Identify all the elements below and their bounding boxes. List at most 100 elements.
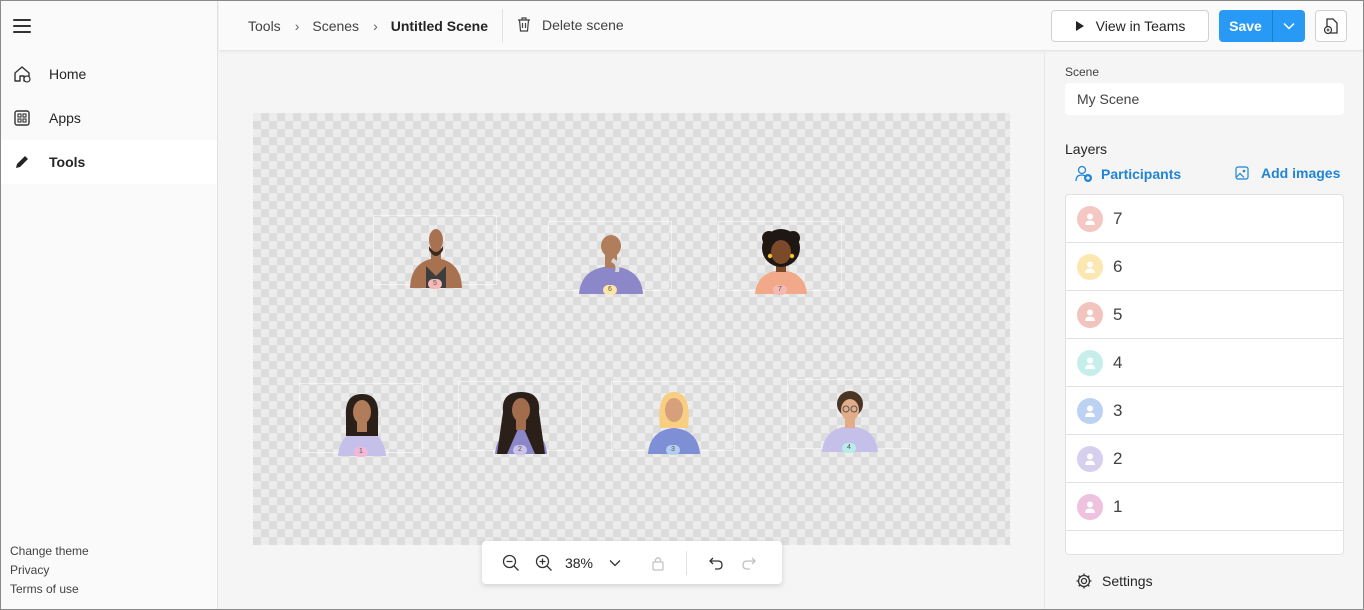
add-images-label: Add images bbox=[1261, 165, 1341, 181]
chevron-right-icon: › bbox=[373, 18, 378, 34]
participants-label: Participants bbox=[1101, 166, 1182, 182]
privacy-link[interactable]: Privacy bbox=[10, 561, 89, 580]
person-icon bbox=[1077, 397, 1103, 424]
chevron-right-icon: › bbox=[294, 18, 300, 34]
scene-canvas[interactable]: 5 6 7 1 2 3 4 bbox=[253, 113, 1010, 545]
zoom-in-button[interactable] bbox=[527, 548, 560, 578]
layer-item-5[interactable]: 5 bbox=[1066, 291, 1343, 339]
avatar-woman-hijab-icon bbox=[648, 392, 700, 454]
trash-icon bbox=[518, 17, 530, 32]
breadcrumb: Tools › Scenes › Untitled Scene bbox=[248, 18, 488, 34]
layer-item-4[interactable]: 4 bbox=[1066, 339, 1343, 387]
breadcrumb-current: Untitled Scene bbox=[390, 18, 488, 34]
redo-button[interactable] bbox=[732, 548, 765, 578]
save-options-dropdown[interactable] bbox=[1273, 10, 1305, 42]
divider bbox=[502, 9, 503, 43]
chevron-down-icon bbox=[609, 559, 620, 566]
zoom-toolbar: 38% bbox=[482, 541, 782, 584]
top-bar: Tools › Scenes › Untitled Scene Delete s… bbox=[219, 1, 1363, 51]
change-theme-link[interactable]: Change theme bbox=[10, 542, 89, 561]
view-in-teams-button[interactable]: View in Teams bbox=[1051, 10, 1209, 42]
image-icon bbox=[1235, 166, 1249, 180]
scene-name-input[interactable] bbox=[1065, 83, 1344, 115]
zoom-level: 38% bbox=[564, 554, 594, 571]
seat-number-badge: 4 bbox=[842, 443, 856, 453]
undo-icon bbox=[708, 557, 723, 570]
layer-label: 3 bbox=[1113, 400, 1123, 420]
avatar-woman-curly-icon bbox=[755, 229, 807, 294]
sidebar-item-label: Tools bbox=[49, 154, 86, 170]
divider bbox=[686, 550, 687, 575]
scene-label: Scene bbox=[1065, 65, 1100, 79]
view-in-teams-label: View in Teams bbox=[1095, 18, 1186, 34]
seat-number-badge: 2 bbox=[513, 445, 527, 455]
sidebar-item-apps[interactable]: Apps bbox=[1, 96, 217, 140]
participant-seat-3[interactable]: 3 bbox=[611, 381, 735, 455]
sidebar-item-home[interactable]: Home bbox=[1, 52, 217, 96]
seat-number-badge: 3 bbox=[666, 445, 680, 455]
add-person-icon bbox=[1075, 165, 1092, 182]
avatar-man-bald-icon bbox=[579, 235, 643, 294]
apps-icon bbox=[12, 108, 32, 128]
undo-button[interactable] bbox=[699, 548, 732, 578]
person-icon bbox=[1077, 301, 1103, 328]
avatar-man-beard-icon bbox=[410, 229, 462, 288]
sidebar-item-tools[interactable]: Tools bbox=[1, 140, 217, 184]
layer-item-3[interactable]: 3 bbox=[1066, 387, 1343, 435]
footer-links: Change theme Privacy Terms of use bbox=[10, 542, 89, 599]
layer-label: 6 bbox=[1113, 256, 1123, 276]
layer-label: 4 bbox=[1113, 352, 1123, 372]
share-button[interactable] bbox=[1315, 10, 1347, 42]
seat-number-badge: 6 bbox=[603, 285, 617, 295]
layer-label: 1 bbox=[1113, 496, 1123, 516]
settings-label: Settings bbox=[1102, 573, 1153, 589]
pencil-icon bbox=[12, 152, 32, 172]
share-icon bbox=[1323, 18, 1338, 35]
lock-button[interactable] bbox=[641, 548, 674, 578]
breadcrumb-scenes[interactable]: Scenes bbox=[312, 18, 359, 34]
layer-label: 5 bbox=[1113, 304, 1123, 324]
avatar-woman-long-hair-icon bbox=[495, 392, 547, 454]
participant-seat-2[interactable]: 2 bbox=[458, 381, 582, 455]
layer-item-6[interactable]: 6 bbox=[1066, 243, 1343, 291]
chevron-down-icon bbox=[1283, 22, 1295, 30]
seat-number-badge: 1 bbox=[354, 447, 368, 457]
layer-item-7[interactable]: 7 bbox=[1066, 195, 1343, 243]
layers-heading: Layers bbox=[1065, 141, 1108, 157]
participant-seat-6[interactable]: 6 bbox=[548, 221, 672, 295]
settings-button[interactable]: Settings bbox=[1075, 572, 1153, 590]
zoom-out-icon bbox=[502, 554, 519, 571]
participant-seat-4[interactable]: 4 bbox=[787, 379, 911, 453]
zoom-dropdown[interactable] bbox=[598, 548, 631, 578]
layer-label: 2 bbox=[1113, 448, 1123, 468]
save-button-group: Save bbox=[1219, 10, 1305, 42]
lock-icon bbox=[651, 556, 664, 571]
breadcrumb-tools[interactable]: Tools bbox=[248, 18, 281, 34]
layer-item-2[interactable]: 2 bbox=[1066, 435, 1343, 483]
layer-item-1[interactable]: 1 bbox=[1066, 483, 1343, 531]
save-button[interactable]: Save bbox=[1219, 10, 1273, 42]
sidebar-item-label: Home bbox=[49, 66, 87, 82]
home-icon bbox=[12, 64, 32, 84]
menu-icon[interactable] bbox=[13, 19, 31, 33]
terms-of-use-link[interactable]: Terms of use bbox=[10, 580, 89, 599]
seat-number-badge: 7 bbox=[773, 285, 787, 295]
person-icon bbox=[1077, 445, 1103, 472]
person-icon bbox=[1077, 253, 1103, 280]
add-images-button[interactable]: Add images bbox=[1235, 165, 1340, 181]
participant-seat-7[interactable]: 7 bbox=[718, 221, 842, 295]
zoom-in-icon bbox=[535, 554, 552, 571]
avatar-woman-glasses-icon bbox=[822, 391, 878, 452]
zoom-out-button[interactable] bbox=[494, 548, 527, 578]
delete-scene-button[interactable]: Delete scene bbox=[516, 16, 624, 33]
redo-icon bbox=[741, 557, 756, 570]
person-icon bbox=[1077, 493, 1103, 520]
play-icon bbox=[1075, 21, 1084, 31]
add-participants-button[interactable]: Participants bbox=[1075, 165, 1181, 183]
properties-panel: Scene Layers Participants Add images 7 6… bbox=[1044, 52, 1363, 609]
seat-number-badge: 5 bbox=[428, 279, 442, 289]
delete-scene-label: Delete scene bbox=[542, 16, 624, 33]
participant-seat-1[interactable]: 1 bbox=[299, 383, 423, 457]
participant-seat-5[interactable]: 5 bbox=[373, 215, 497, 289]
person-icon bbox=[1077, 205, 1103, 232]
